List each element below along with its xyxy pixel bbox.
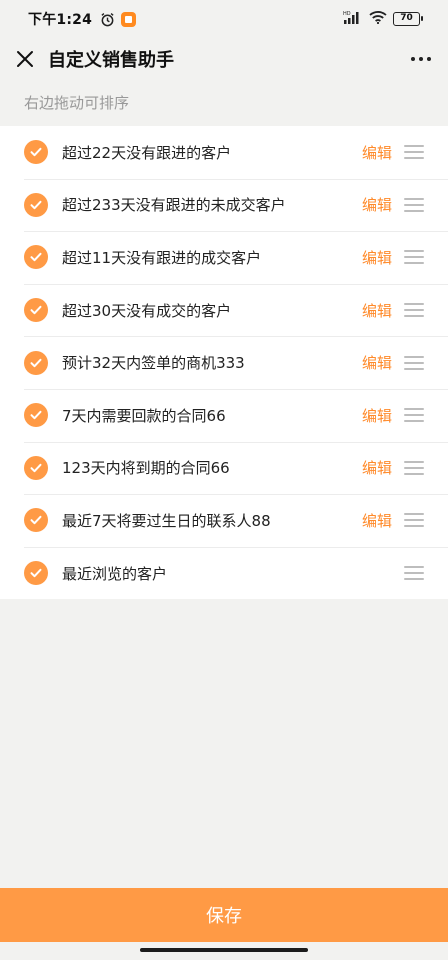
assistant-list: 超过22天没有跟进的客户 编辑 超过233天没有跟进的未成交客户 编辑 超过11… (0, 126, 448, 600)
list-item-label: 超过233天没有跟进的未成交客户 (62, 196, 286, 215)
list-item: 123天内将到期的合同66 编辑 (0, 441, 448, 495)
list-item-label: 预计32天内签单的商机333 (62, 354, 245, 373)
status-time: 下午1:24 (28, 12, 93, 28)
sort-hint: 右边拖动可排序 (24, 94, 130, 112)
checkmark-icon[interactable] (24, 561, 48, 586)
svg-text:HD: HD (343, 11, 351, 17)
list-item-label: 7天内需要回款的合同66 (62, 406, 226, 425)
hd-signal-icon: HD (343, 10, 363, 28)
checkmark-icon[interactable] (24, 508, 48, 533)
drag-handle-icon[interactable] (404, 408, 424, 423)
page-title: 自定义销售助手 (48, 50, 174, 71)
drag-handle-icon[interactable] (404, 197, 424, 212)
edit-button[interactable]: 编辑 (362, 352, 392, 373)
checkmark-icon[interactable] (24, 140, 48, 165)
more-dot (419, 57, 423, 61)
more-icon[interactable] (408, 48, 434, 70)
more-dot (427, 57, 431, 61)
drag-handle-icon[interactable] (404, 566, 424, 581)
nav-bar: 自定义销售助手 (0, 38, 448, 80)
list-item: 超过233天没有跟进的未成交客户 编辑 (0, 178, 448, 232)
drag-handle-icon[interactable] (404, 250, 424, 265)
battery-icon: 70 (393, 12, 423, 26)
list-item-label: 最近7天将要过生日的联系人88 (62, 511, 271, 530)
close-icon[interactable] (14, 48, 36, 70)
drag-handle-icon[interactable] (404, 460, 424, 475)
list-item: 7天内需要回款的合同66 编辑 (0, 388, 448, 442)
list-item: 预计32天内签单的商机333 编辑 (0, 336, 448, 389)
drag-handle-icon[interactable] (404, 145, 424, 160)
status-bar: 下午1:24 HD 70 (0, 0, 448, 38)
app-notification-icon (121, 11, 137, 27)
list-item: 超过11天没有跟进的成交客户 编辑 (0, 231, 448, 284)
edit-button[interactable]: 编辑 (362, 300, 392, 321)
list-item: 超过30天没有成交的客户 编辑 (0, 283, 448, 337)
list-item-label: 超过11天没有跟进的成交客户 (62, 248, 262, 267)
save-button[interactable]: 保存 (0, 888, 448, 942)
edit-button[interactable]: 编辑 (362, 457, 392, 478)
drag-handle-icon[interactable] (404, 513, 424, 528)
status-right: HD 70 (343, 10, 423, 28)
checkmark-icon[interactable] (24, 455, 48, 480)
list-item: 超过22天没有跟进的客户 编辑 (0, 126, 448, 179)
list-item-label: 超过30天没有成交的客户 (62, 301, 232, 320)
list-item-label: 最近浏览的客户 (62, 564, 168, 583)
home-indicator (140, 948, 308, 952)
edit-button[interactable]: 编辑 (362, 510, 392, 531)
checkmark-icon[interactable] (24, 192, 48, 217)
list-item-label: 123天内将到期的合同66 (62, 459, 230, 478)
drag-handle-icon[interactable] (404, 303, 424, 318)
edit-button[interactable]: 编辑 (362, 247, 392, 268)
edit-button[interactable]: 编辑 (362, 194, 392, 215)
edit-button[interactable]: 编辑 (362, 405, 392, 426)
edit-button[interactable]: 编辑 (362, 142, 392, 163)
checkmark-icon[interactable] (24, 403, 48, 428)
alarm-icon (100, 12, 115, 27)
checkmark-icon[interactable] (24, 350, 48, 375)
list-item: 最近7天将要过生日的联系人88 编辑 (0, 494, 448, 547)
list-item-label: 超过22天没有跟进的客户 (62, 143, 232, 162)
more-dot (411, 57, 415, 61)
list-item: 最近浏览的客户 (0, 546, 448, 600)
checkmark-icon[interactable] (24, 245, 48, 270)
wifi-icon (369, 10, 387, 28)
checkmark-icon[interactable] (24, 298, 48, 323)
drag-handle-icon[interactable] (404, 355, 424, 370)
